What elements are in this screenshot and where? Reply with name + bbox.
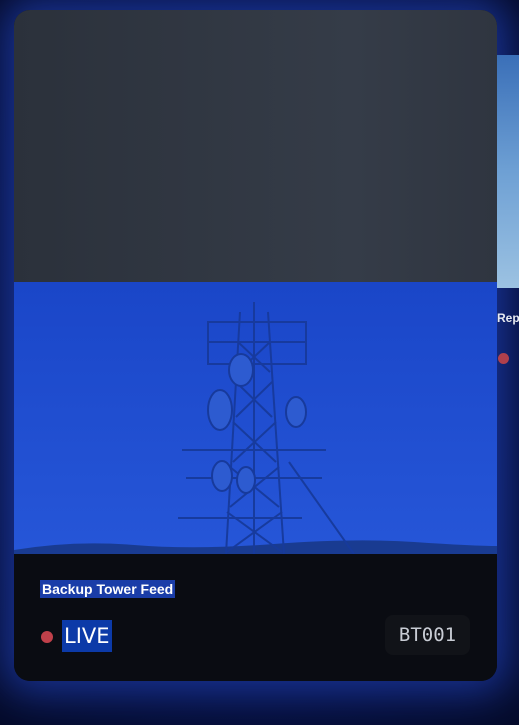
feed-title: Backup Tower Feed <box>40 580 176 598</box>
next-card-status-dot <box>498 353 509 364</box>
live-indicator-dot <box>41 631 53 643</box>
next-card-image <box>497 55 519 288</box>
next-card-title: Rep <box>497 311 519 325</box>
card-footer: Backup Tower Feed LIVE BT001 <box>14 554 497 681</box>
tower-image <box>14 282 497 554</box>
next-feed-card[interactable]: Rep <box>497 55 519 385</box>
feed-card[interactable]: Backup Tower Feed LIVE BT001 <box>14 10 497 681</box>
live-status: LIVE <box>62 620 112 652</box>
feed-code-badge: BT001 <box>385 615 470 655</box>
card-preview-placeholder <box>14 10 497 282</box>
